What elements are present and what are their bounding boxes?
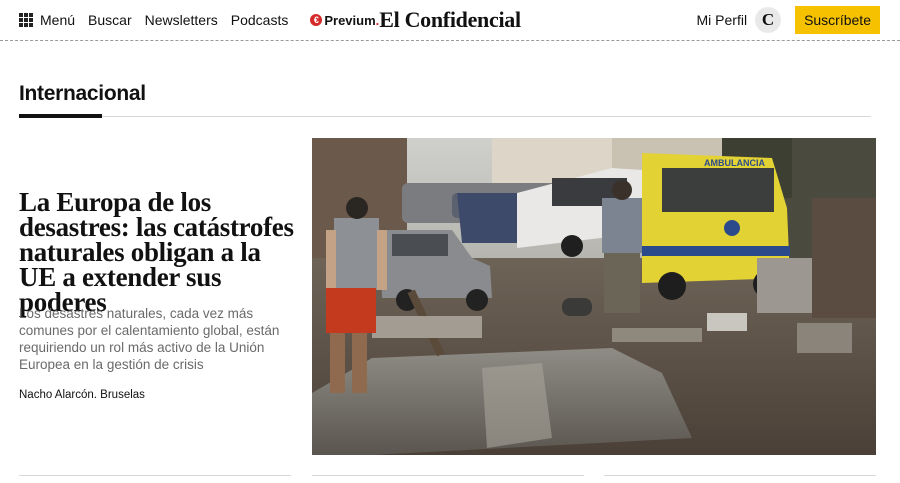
section-title-underline bbox=[19, 114, 102, 118]
flood-scene-illustration: AMBULANCIA bbox=[312, 138, 876, 455]
site-logo[interactable]: El Confidencial bbox=[379, 7, 521, 32]
subscribe-button[interactable]: Suscríbete bbox=[795, 6, 880, 34]
avatar[interactable]: C bbox=[755, 7, 782, 33]
section-title[interactable]: Internacional bbox=[19, 82, 146, 106]
article-headline[interactable]: La Europa de los desastres: las catástro… bbox=[19, 189, 304, 316]
article-byline: Nacho Alarcón. Bruselas bbox=[19, 389, 145, 401]
search-link[interactable]: Buscar bbox=[88, 12, 132, 28]
previum-link[interactable]: € Previum. bbox=[310, 13, 379, 28]
bottom-divider-2 bbox=[312, 475, 584, 476]
previum-logo-icon: € bbox=[310, 14, 323, 26]
newsletters-link[interactable]: Newsletters bbox=[145, 12, 218, 28]
nav-right-group: Mi Perfil C Suscríbete bbox=[697, 6, 880, 34]
grid-menu-icon bbox=[19, 13, 33, 27]
section-divider bbox=[19, 116, 871, 117]
article-summary: Los desastres naturales, cada vez más co… bbox=[19, 306, 280, 372]
profile-link[interactable]: Mi Perfil bbox=[697, 12, 748, 28]
bottom-divider-1 bbox=[19, 475, 291, 476]
podcasts-link[interactable]: Podcasts bbox=[231, 12, 289, 28]
top-navigation: Menú Buscar Newsletters Podcasts € Previ… bbox=[0, 0, 900, 41]
ambulance-label: AMBULANCIA bbox=[704, 158, 765, 168]
menu-button[interactable]: Menú bbox=[19, 12, 75, 28]
nav-left-group: Menú Buscar Newsletters Podcasts € Previ… bbox=[19, 0, 379, 40]
article-photo[interactable]: AMBULANCIA bbox=[312, 138, 876, 455]
menu-label: Menú bbox=[40, 12, 76, 28]
bottom-divider-3 bbox=[604, 475, 876, 476]
previum-label: Previum bbox=[324, 12, 376, 28]
